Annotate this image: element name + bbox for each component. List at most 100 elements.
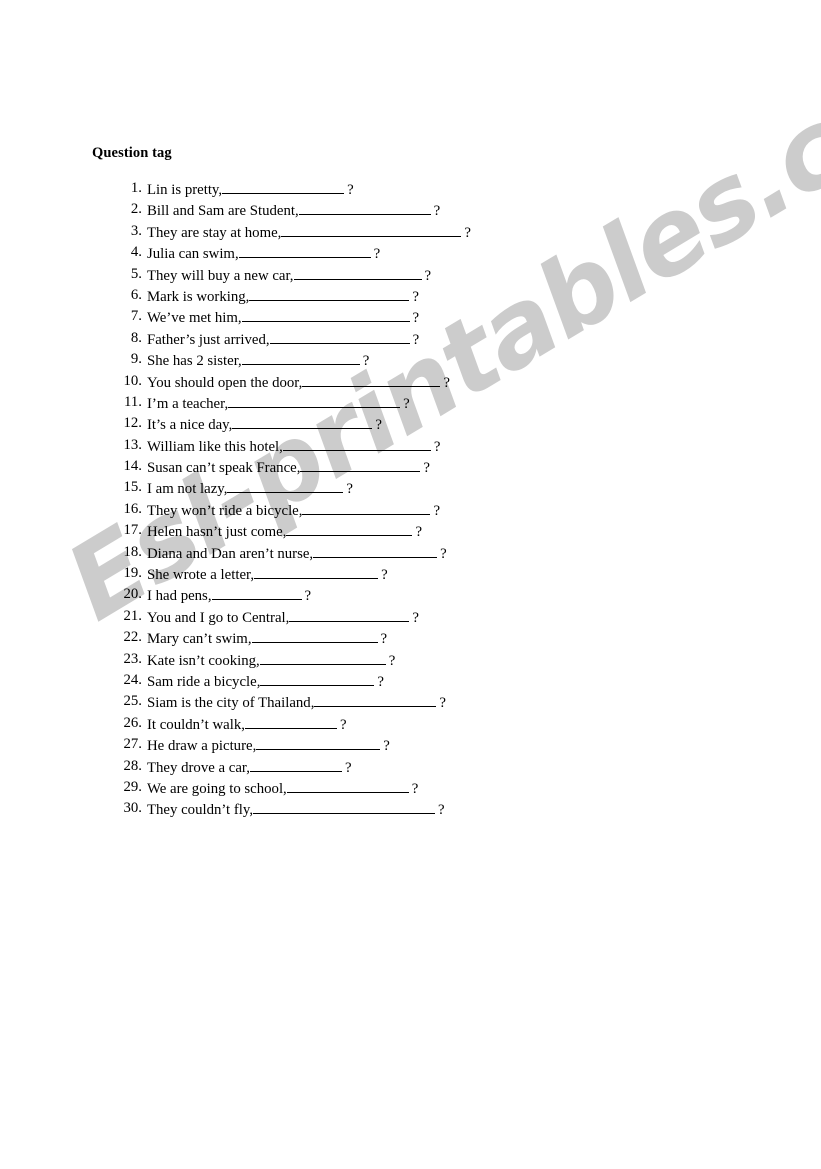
question-number: 30. <box>123 800 143 817</box>
answer-blank[interactable] <box>249 758 342 772</box>
question-item: 9. She has 2 sister,? <box>0 351 821 372</box>
answer-blank[interactable] <box>241 308 410 323</box>
question-number: 29. <box>123 778 143 795</box>
answer-blank[interactable] <box>260 672 375 686</box>
answer-blank[interactable] <box>302 373 441 387</box>
question-mark: ? <box>373 246 381 263</box>
question-mark: ? <box>415 524 423 541</box>
question-text: I am not lazy, <box>147 481 228 498</box>
question-item: 15. I am not lazy,? <box>0 479 821 500</box>
answer-blank[interactable] <box>259 651 386 665</box>
question-number: 10. <box>123 372 143 389</box>
question-mark: ? <box>380 631 388 648</box>
answer-blank[interactable] <box>238 244 371 259</box>
question-text: They won’t ride a bicycle, <box>147 502 303 519</box>
question-body: She has 2 sister,? <box>147 351 369 370</box>
question-mark: ? <box>362 353 370 370</box>
answer-blank[interactable] <box>256 736 381 751</box>
question-number: 9. <box>130 351 142 368</box>
question-mark: ? <box>344 759 352 776</box>
question-mark: ? <box>412 288 419 305</box>
question-item: 26. It couldn’t walk,? <box>0 715 821 736</box>
answer-blank[interactable] <box>241 351 360 366</box>
answer-blank[interactable] <box>286 522 413 537</box>
question-item: 11. I’m a teacher,? <box>0 394 821 415</box>
question-item: 29. We are going to school,? <box>0 779 821 800</box>
answer-blank[interactable] <box>222 180 345 194</box>
answer-blank[interactable] <box>244 715 337 729</box>
question-body: We are going to school,? <box>147 779 418 798</box>
answer-blank[interactable] <box>286 779 409 793</box>
question-text: Lin is pretty, <box>147 182 223 198</box>
question-item: 23. Kate isn’t cooking,? <box>0 651 821 672</box>
worksheet-page: Esl-printables.com Question tag 1. Lin is… <box>0 0 821 1169</box>
answer-blank[interactable] <box>313 544 438 558</box>
question-body: You and I go to Central,? <box>147 608 419 627</box>
question-number: 8. <box>130 329 142 346</box>
question-body: She wrote a letter,? <box>147 565 388 584</box>
question-number: 5. <box>130 265 142 282</box>
answer-blank[interactable] <box>253 800 436 815</box>
question-text: Susan can’t speak France, <box>147 460 301 477</box>
question-item: 22. Mary can’t swim,? <box>0 629 821 650</box>
question-body: They are stay at home,? <box>147 223 471 242</box>
answer-blank[interactable] <box>228 394 401 408</box>
answer-blank[interactable] <box>298 201 431 216</box>
answer-blank[interactable] <box>251 629 378 644</box>
question-text: Julia can swim, <box>147 246 239 263</box>
question-number: 28. <box>123 757 143 774</box>
question-number: 11. <box>124 393 142 410</box>
question-text: Helen hasn’t just come, <box>147 524 287 541</box>
question-body: He draw a picture,? <box>147 736 390 755</box>
answer-blank[interactable] <box>314 693 437 708</box>
question-mark: ? <box>412 310 420 327</box>
question-text: It couldn’t walk, <box>147 716 245 733</box>
question-number: 25. <box>123 693 143 710</box>
question-item: 19. She wrote a letter,? <box>0 565 821 586</box>
answer-blank[interactable] <box>293 266 422 280</box>
question-item: 27. He draw a picture,? <box>0 736 821 757</box>
question-text: I had pens, <box>147 588 212 605</box>
question-text: Mary can’t swim, <box>147 631 252 648</box>
question-number: 18. <box>123 543 143 560</box>
question-mark: ? <box>433 502 441 519</box>
question-text: I’m a teacher, <box>147 395 229 412</box>
question-body: It’s a nice day,? <box>147 415 382 434</box>
question-mark: ? <box>464 224 471 241</box>
question-text: We are going to school, <box>147 780 287 797</box>
question-body: They won’t ride a bicycle,? <box>147 501 440 520</box>
question-item: 8. Father’s just arrived,? <box>0 330 821 351</box>
answer-blank[interactable] <box>289 608 410 622</box>
question-mark: ? <box>377 673 384 690</box>
question-number: 15. <box>123 479 143 496</box>
question-mark: ? <box>347 182 354 198</box>
question-item: 3. They are stay at home,? <box>0 223 821 244</box>
question-body: They will buy a new car,? <box>147 266 431 285</box>
answer-blank[interactable] <box>269 330 410 344</box>
question-number: 19. <box>123 565 143 582</box>
question-body: Bill and Sam are Student,? <box>147 201 440 220</box>
question-text: Sam ride a bicycle, <box>147 673 261 690</box>
answer-blank[interactable] <box>254 565 379 580</box>
question-mark: ? <box>433 203 441 220</box>
answer-blank[interactable] <box>211 586 302 601</box>
question-body: Mark is working,? <box>147 287 419 306</box>
question-number: 2. <box>130 201 142 218</box>
answer-blank[interactable] <box>282 437 431 451</box>
question-item: 16. They won’t ride a bicycle,? <box>0 501 821 522</box>
answer-blank[interactable] <box>232 415 373 430</box>
answer-blank[interactable] <box>300 458 421 473</box>
question-mark: ? <box>440 545 447 562</box>
question-mark: ? <box>304 588 312 605</box>
question-body: You should open the door,? <box>147 373 450 392</box>
question-text: We’ve met him, <box>147 310 242 327</box>
question-mark: ? <box>383 738 390 755</box>
question-number: 27. <box>123 736 143 753</box>
answer-blank[interactable] <box>249 287 410 301</box>
question-body: I had pens,? <box>147 586 311 605</box>
answer-blank[interactable] <box>281 223 462 237</box>
answer-blank[interactable] <box>227 479 344 494</box>
question-text: Bill and Sam are Student, <box>147 203 299 220</box>
question-item: 17. Helen hasn’t just come,? <box>0 522 821 543</box>
answer-blank[interactable] <box>302 501 431 515</box>
